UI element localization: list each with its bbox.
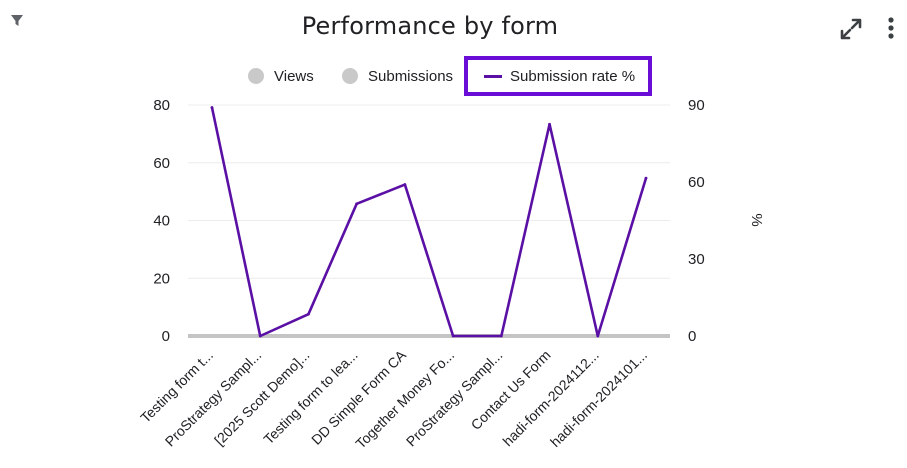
chart-card: Performance by form Views Submissions Su… — [0, 0, 907, 468]
x-axis-category-label: DD Simple Form CA — [308, 346, 409, 447]
data-point — [499, 334, 503, 338]
data-point — [451, 334, 455, 338]
data-point — [548, 122, 551, 126]
left-axis-tick-label: 60 — [153, 155, 170, 172]
right-axis-tick-label: 30 — [688, 251, 705, 268]
x-axis-category-label: hadi-form-2024101... — [547, 347, 650, 450]
left-axis-tick-label: 80 — [153, 97, 170, 114]
right-axis-tick-label: 0 — [688, 328, 696, 345]
data-point — [403, 183, 407, 186]
right-axis-tick-label: 60 — [688, 174, 705, 191]
data-point — [355, 202, 359, 206]
left-axis-tick-label: 20 — [153, 270, 170, 287]
data-point — [307, 312, 310, 316]
data-point — [596, 334, 600, 338]
series-line-submission-rate — [210, 106, 648, 338]
data-point — [644, 176, 648, 180]
left-axis-tick-label: 40 — [153, 213, 170, 230]
line-chart: 0204060800306090%Testing form t...ProStr… — [137, 97, 765, 452]
right-axis-label: % — [748, 213, 765, 226]
x-axis-category-label: Testing form to lea... — [260, 347, 360, 447]
left-axis-tick-label: 0 — [162, 328, 170, 345]
right-axis-tick-label: 90 — [688, 97, 705, 114]
data-point — [258, 334, 262, 338]
data-point — [210, 106, 214, 109]
